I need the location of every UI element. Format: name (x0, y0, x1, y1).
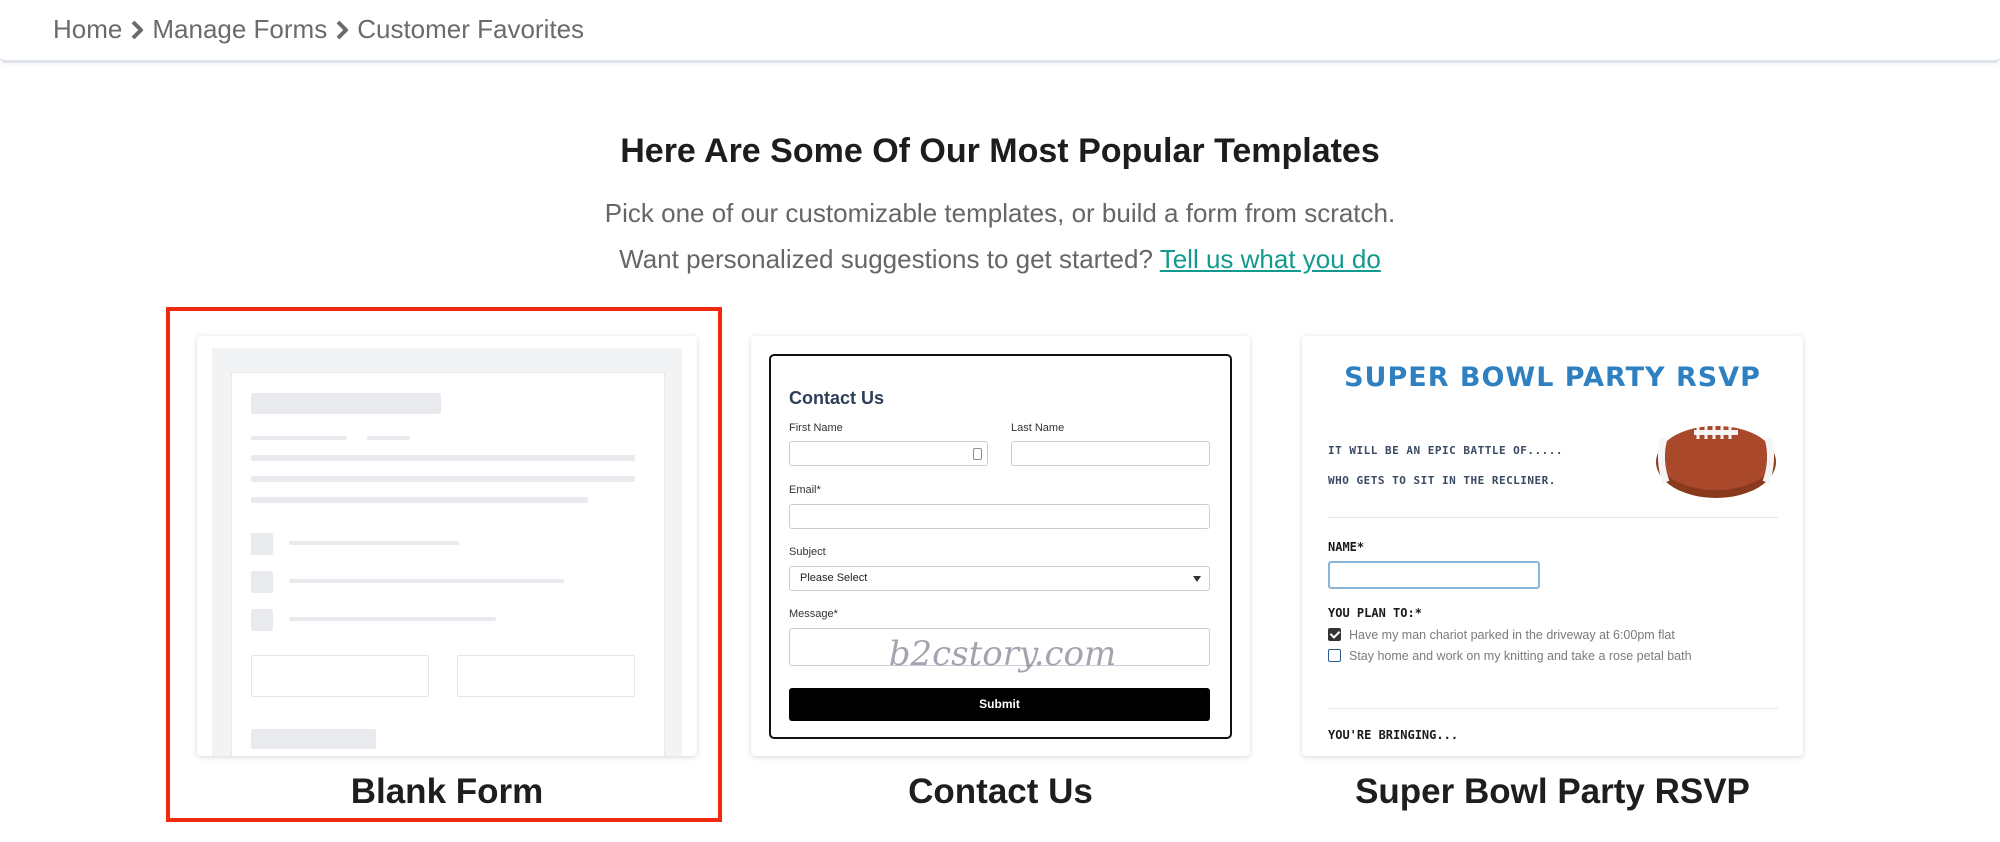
skeleton-line (289, 579, 564, 583)
subject-label: Subject (789, 546, 826, 558)
last-name-field (1011, 441, 1210, 466)
checkbox-checked-icon (1328, 628, 1341, 641)
page-subtitle: Pick one of our customizable templates, … (604, 198, 1396, 228)
breadcrumb: Home Manage Forms Customer Favorites (53, 14, 584, 45)
breadcrumb-manage-forms[interactable]: Manage Forms (152, 14, 327, 45)
first-name-field (789, 441, 988, 466)
watermark: b2cstory.com (888, 634, 1117, 674)
rsvp-intro-line-1: IT WILL BE AN EPIC BATTLE OF..... (1328, 444, 1564, 457)
skeleton-line (251, 455, 635, 461)
rsvp-option-1: Have my man chariot parked in the drivew… (1328, 625, 1788, 645)
skeleton-line (367, 436, 410, 440)
contact-form-title: Contact Us (789, 388, 885, 408)
chevron-right-icon (329, 20, 355, 40)
rsvp-bringing-label: YOU'RE BRINGING... (1328, 728, 1459, 742)
skeleton-title (251, 393, 441, 414)
contact-submit-button: Submit (789, 688, 1210, 721)
template-title-blank-form[interactable]: Blank Form (197, 772, 697, 812)
football-icon (1654, 420, 1778, 505)
rsvp-name-label: NAME* (1328, 540, 1365, 554)
skeleton-checkbox (251, 609, 273, 631)
divider (1328, 708, 1778, 709)
skeleton-input (251, 655, 429, 697)
breadcrumb-current: Customer Favorites (357, 14, 585, 44)
suggestion-text: Want personalized suggestions to get sta… (619, 244, 1153, 274)
subject-select: Please Select (789, 566, 1210, 591)
suggestion-line: Want personalized suggestions to get sta… (0, 244, 2000, 275)
breadcrumb-home[interactable]: Home (53, 14, 122, 45)
rsvp-option-2: Stay home and work on my knitting and ta… (1328, 646, 1788, 666)
skeleton-input (457, 655, 635, 697)
rsvp-option-1-text: Have my man chariot parked in the drivew… (1349, 628, 1675, 642)
skeleton-checkbox (251, 533, 273, 555)
template-card-blank-form[interactable] (197, 336, 697, 756)
caret-down-icon (1193, 576, 1201, 582)
first-name-label: First Name (789, 422, 843, 434)
page-heading: Here Are Some Of Our Most Popular Templa… (620, 132, 1380, 170)
rsvp-intro-line-2: WHO GETS TO SIT IN THE RECLINER. (1328, 474, 1556, 487)
email-label: Email* (789, 484, 821, 496)
breadcrumb-bar: Home Manage Forms Customer Favorites (0, 0, 2000, 63)
message-label: Message* (789, 608, 838, 620)
last-name-label: Last Name (1011, 422, 1065, 434)
skeleton-line (289, 617, 496, 621)
template-title-super-bowl-rsvp[interactable]: Super Bowl Party RSVP (1302, 772, 1803, 812)
checkbox-icon (1328, 649, 1341, 662)
skeleton-line (251, 476, 635, 482)
subject-select-value: Please Select (800, 572, 868, 584)
contact-card-icon (973, 448, 982, 460)
rsvp-plan-label: YOU PLAN TO:* (1328, 606, 1422, 620)
rsvp-name-field (1328, 561, 1540, 589)
chevron-right-icon (124, 20, 150, 40)
contact-form-preview: Contact Us First Name Last Name Email* S… (769, 354, 1232, 739)
template-title-contact-us[interactable]: Contact Us (751, 772, 1250, 812)
template-card-super-bowl-rsvp[interactable]: SUPER BOWL PARTY RSVP IT WILL BE AN EPIC… (1302, 336, 1803, 756)
skeleton-line (251, 497, 588, 503)
template-card-contact-us[interactable]: Contact Us First Name Last Name Email* S… (751, 336, 1250, 756)
divider (1328, 517, 1778, 518)
skeleton-checkbox (251, 571, 273, 593)
rsvp-option-2-text: Stay home and work on my knitting and ta… (1349, 649, 1692, 663)
rsvp-title: SUPER BOWL PARTY RSVP (1344, 362, 1761, 393)
tell-us-what-you-do-link[interactable]: Tell us what you do (1160, 244, 1381, 274)
skeleton-line (251, 436, 347, 440)
skeleton-line (289, 541, 459, 545)
blank-form-preview (212, 348, 682, 756)
skeleton-button (251, 729, 376, 749)
email-field (789, 504, 1210, 529)
